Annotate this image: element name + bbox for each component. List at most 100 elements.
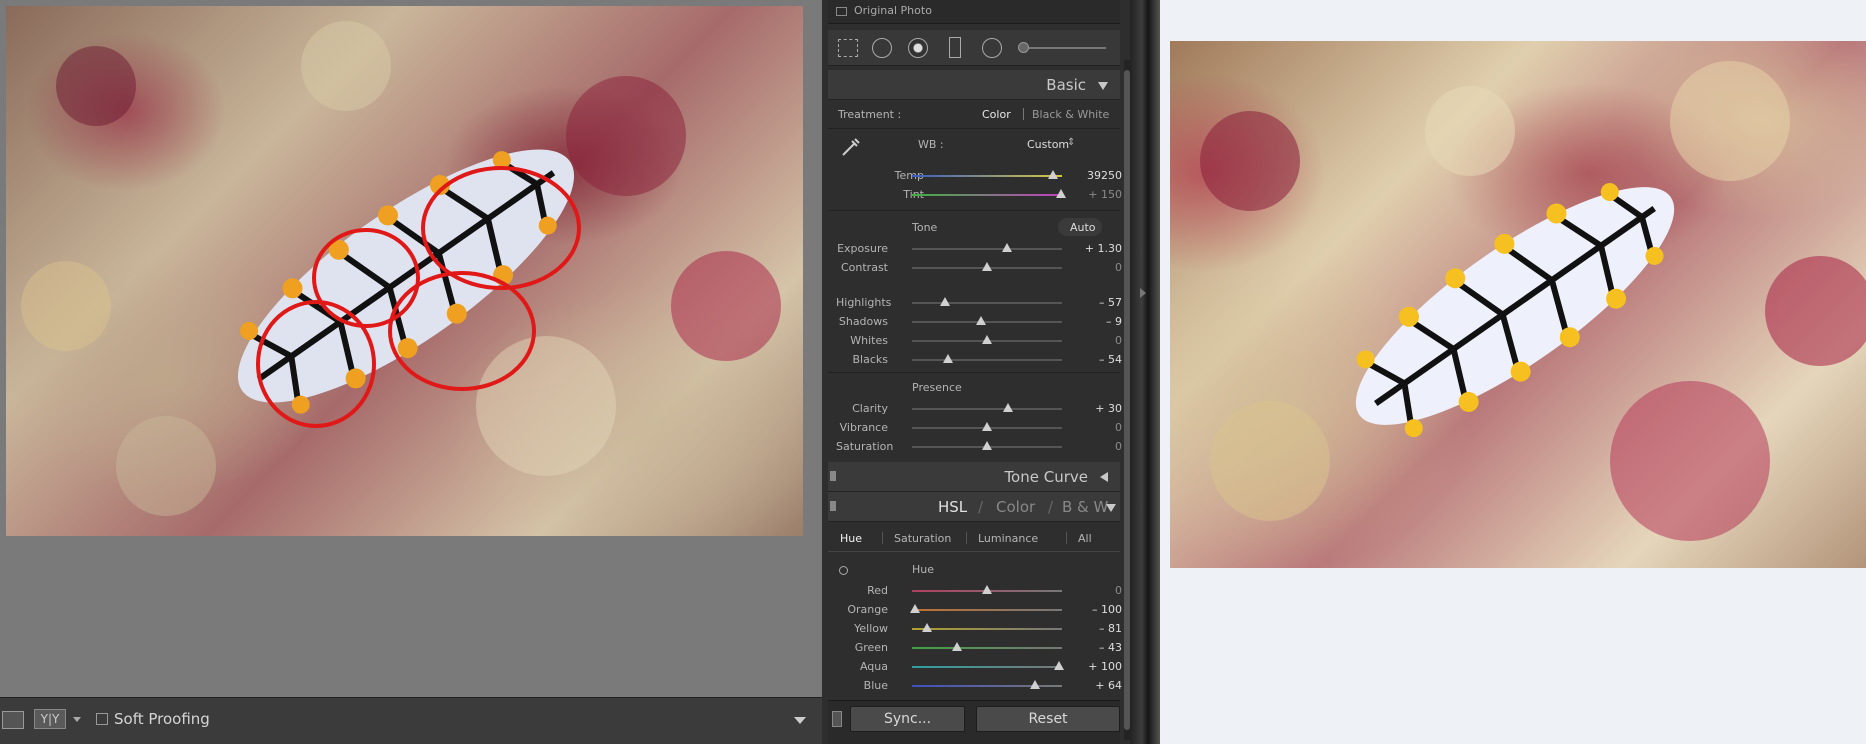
bw-title[interactable]: B & W — [1062, 498, 1108, 516]
temp-value[interactable]: 39250 — [1074, 169, 1122, 182]
panel-toggle-icon[interactable] — [830, 471, 836, 481]
graduated-filter-icon[interactable] — [949, 37, 961, 58]
blacks-value[interactable]: – 54 — [1074, 353, 1122, 366]
orange-value[interactable]: – 100 — [1074, 603, 1122, 616]
vibrance-value[interactable]: 0 — [1074, 421, 1122, 434]
yellow-slider-track[interactable] — [912, 628, 1062, 630]
crop-icon[interactable] — [838, 39, 858, 57]
loupe-view-button[interactable] — [2, 711, 24, 729]
red-slider-thumb[interactable] — [982, 585, 992, 594]
presence-label: Presence — [912, 381, 962, 394]
clarity-slider-thumb[interactable] — [1003, 403, 1013, 412]
chevron-down-icon[interactable] — [73, 717, 81, 722]
nudibranch-illustration — [21, 21, 781, 516]
orange-slider-track[interactable] — [912, 609, 1062, 611]
hsl-tab-luminance[interactable]: Luminance — [978, 532, 1038, 545]
basic-section-header[interactable]: Basic — [828, 70, 1120, 100]
reset-button[interactable]: Reset — [976, 706, 1120, 732]
aqua-value[interactable]: + 100 — [1074, 660, 1122, 673]
hsl-tab-hue[interactable]: Hue — [840, 532, 862, 545]
tint-value[interactable]: + 150 — [1074, 188, 1122, 201]
eyedropper-icon[interactable] — [840, 136, 862, 158]
shadows-slider-track[interactable] — [912, 321, 1062, 323]
brush-slider-knob[interactable] — [1018, 42, 1029, 53]
treatment-bw-option[interactable]: Black & White — [1032, 108, 1109, 121]
wb-select-arrows-icon[interactable]: ⇕ — [1067, 137, 1075, 148]
blue-value[interactable]: + 64 — [1074, 679, 1122, 692]
blacks-slider-track[interactable] — [912, 359, 1062, 361]
orange-slider-thumb[interactable] — [910, 604, 920, 613]
highlights-slider-thumb[interactable] — [940, 297, 950, 306]
aqua-slider-track[interactable] — [912, 666, 1062, 668]
blacks-slider-thumb[interactable] — [943, 354, 953, 363]
treatment-color-option[interactable]: Color — [982, 108, 1011, 121]
yellow-slider-thumb[interactable] — [922, 623, 932, 632]
exposure-value[interactable]: + 1.30 — [1074, 242, 1122, 255]
brush-size-slider[interactable] — [1018, 42, 1106, 53]
before-after-view-button[interactable]: Y|Y — [34, 709, 66, 729]
sync-toggle-icon[interactable] — [832, 711, 842, 727]
color-title[interactable]: Color — [996, 498, 1035, 516]
contrast-slider-thumb[interactable] — [982, 262, 992, 271]
hsl-title[interactable]: HSL — [938, 498, 967, 516]
reference-photo — [1170, 41, 1866, 568]
photo-viewer: Y|Y Soft Proofing — [0, 0, 822, 744]
wb-label: WB : — [918, 138, 944, 151]
red-eye-icon[interactable] — [908, 38, 928, 58]
saturation-slider-thumb[interactable] — [982, 441, 992, 450]
target-adjustment-icon[interactable] — [839, 566, 848, 575]
auto-tone-label[interactable]: Auto — [1070, 221, 1096, 234]
green-slider-track[interactable] — [912, 647, 1062, 649]
exposure-slider-thumb[interactable] — [1001, 243, 1012, 252]
highlights-slider-track[interactable] — [912, 302, 1062, 304]
highlights-label: Highlights — [836, 296, 892, 309]
shadows-label: Shadows — [838, 315, 888, 328]
yellow-value[interactable]: – 81 — [1074, 622, 1122, 635]
spot-removal-icon[interactable] — [872, 38, 892, 58]
temp-slider-track[interactable] — [912, 175, 1062, 177]
aqua-slider-thumb[interactable] — [1054, 661, 1064, 670]
green-value[interactable]: – 43 — [1074, 641, 1122, 654]
tone-label: Tone — [912, 221, 938, 234]
edited-photo[interactable] — [6, 6, 803, 536]
saturation-label: Saturation — [836, 440, 894, 453]
tone-curve-section-header[interactable]: Tone Curve — [828, 462, 1120, 492]
collapse-side-panel-icon[interactable] — [1140, 288, 1146, 298]
soft-proofing-label: Soft Proofing — [114, 710, 210, 728]
temp-slider-thumb[interactable] — [1048, 170, 1058, 179]
hsl-tab-saturation[interactable]: Saturation — [894, 532, 951, 545]
hsl-tab-all[interactable]: All — [1078, 532, 1092, 545]
clarity-slider-track[interactable] — [912, 408, 1062, 410]
separator — [828, 372, 1120, 373]
soft-proofing-checkbox[interactable] — [96, 713, 108, 725]
clarity-value[interactable]: + 30 — [1074, 402, 1122, 415]
contrast-label: Contrast — [840, 261, 888, 274]
original-photo-icon — [836, 7, 847, 16]
color-slash: / — [1048, 498, 1054, 516]
radial-filter-icon[interactable] — [982, 38, 1002, 58]
yellow-label: Yellow — [854, 622, 888, 635]
hsl-section-header[interactable]: HSL / Color / B & W — [828, 492, 1120, 522]
saturation-value[interactable]: 0 — [1074, 440, 1122, 453]
wb-value-select[interactable]: Custom — [1027, 138, 1069, 151]
green-slider-thumb[interactable] — [952, 642, 962, 651]
whites-value[interactable]: 0 — [1074, 334, 1122, 347]
highlights-value[interactable]: – 57 — [1074, 296, 1122, 309]
shadows-value[interactable]: – 9 — [1074, 315, 1122, 328]
whites-slider-thumb[interactable] — [982, 335, 992, 344]
tint-slider-track[interactable] — [912, 194, 1062, 196]
blue-slider-thumb[interactable] — [1030, 680, 1040, 689]
panel-toggle-icon[interactable] — [830, 501, 836, 511]
contrast-value[interactable]: 0 — [1074, 261, 1122, 274]
expand-icon — [1100, 472, 1108, 482]
tint-slider-thumb[interactable] — [1056, 189, 1066, 198]
treatment-label: Treatment : — [838, 108, 902, 121]
toolbar-menu-icon[interactable] — [794, 717, 806, 724]
red-value[interactable]: 0 — [1074, 584, 1122, 597]
aqua-label: Aqua — [859, 660, 888, 673]
exposure-slider-track[interactable] — [912, 248, 1062, 250]
shadows-slider-thumb[interactable] — [976, 316, 986, 325]
vibrance-slider-thumb[interactable] — [982, 422, 992, 431]
viewer-toolbar: Y|Y Soft Proofing — [0, 697, 822, 744]
sync-button[interactable]: Sync... — [850, 706, 965, 732]
